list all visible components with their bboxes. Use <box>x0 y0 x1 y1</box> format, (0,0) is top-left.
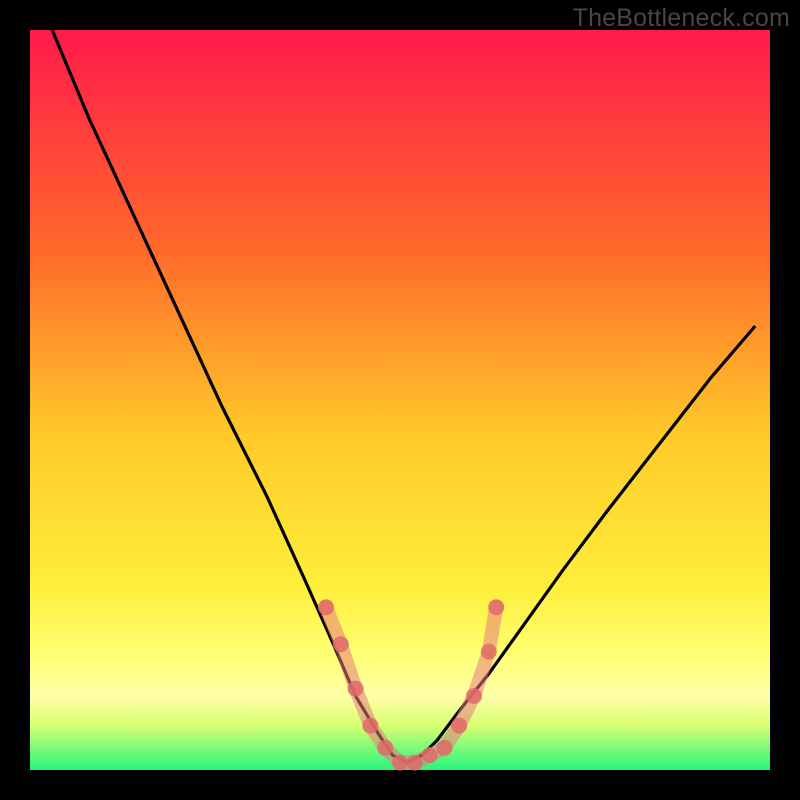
marker-dot <box>436 740 452 756</box>
plot-background <box>30 30 770 770</box>
marker-dot <box>333 636 349 652</box>
watermark-text: TheBottleneck.com <box>573 4 790 33</box>
marker-dot <box>481 644 497 660</box>
marker-dot <box>348 681 364 697</box>
chart-svg <box>0 0 800 800</box>
marker-dot <box>422 747 438 763</box>
marker-dot <box>451 718 467 734</box>
marker-dot <box>318 599 334 615</box>
marker-dot <box>407 755 423 771</box>
marker-dot <box>466 688 482 704</box>
marker-dot <box>392 755 408 771</box>
marker-dot <box>488 599 504 615</box>
chart-container: TheBottleneck.com <box>0 0 800 800</box>
marker-dot <box>362 718 378 734</box>
marker-dot <box>377 740 393 756</box>
